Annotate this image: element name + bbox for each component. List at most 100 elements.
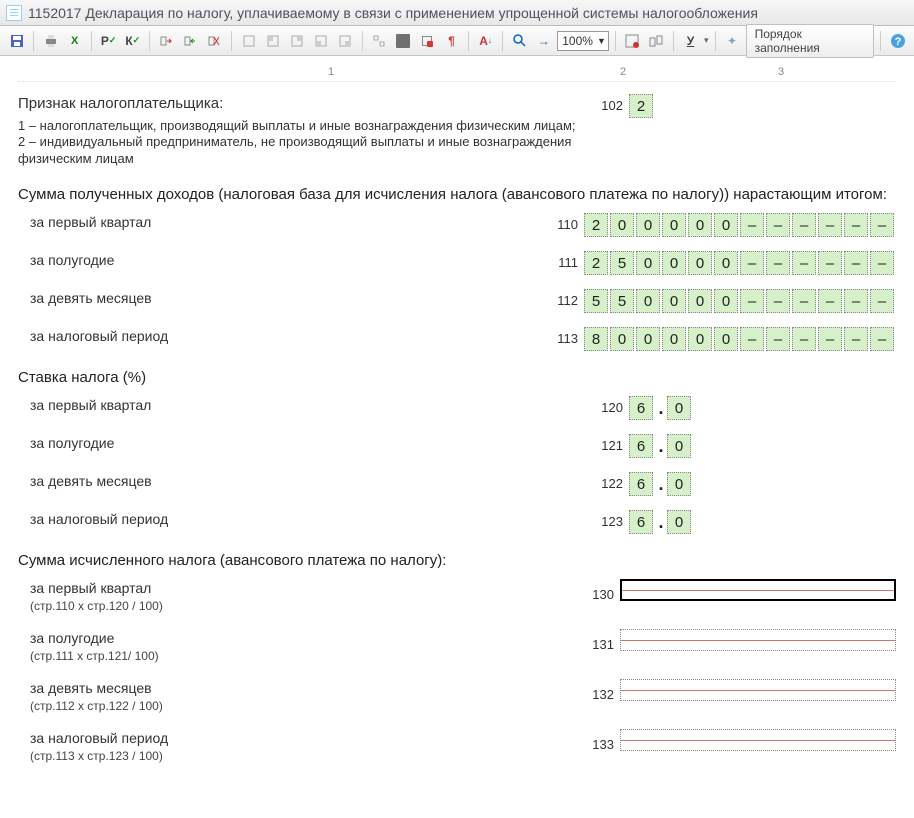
digit-cell[interactable]: 0 [714,327,738,351]
digit-cell[interactable]: – [792,213,816,237]
digit-cell[interactable]: 0 [636,327,660,351]
digit-cell[interactable]: – [818,251,842,275]
digit-cell[interactable]: 0 [662,327,686,351]
decimal-dot: . [655,398,667,419]
income-cells[interactable]: 550000–––––– [584,289,896,313]
calc-input[interactable] [620,729,896,751]
digit-cell[interactable]: 0 [688,213,712,237]
digit-cell[interactable]: 0 [662,289,686,313]
digit-cell[interactable]: – [818,213,842,237]
digit-cell[interactable]: – [792,327,816,351]
font-button[interactable]: A↓ [475,30,496,52]
digit-cell[interactable]: – [818,327,842,351]
digit-cell[interactable]: – [740,213,764,237]
taxpayer-value-cell[interactable]: 2 [629,94,653,118]
digit-cell[interactable]: 6 [629,396,653,420]
digit-cell[interactable]: – [740,289,764,313]
tool-btn-9[interactable] [369,30,390,52]
income-cells[interactable]: 250000–––––– [584,251,896,275]
digit-cell[interactable]: – [870,289,894,313]
digit-cell[interactable]: 5 [584,289,608,313]
calc-input[interactable] [620,579,896,601]
excel-export-button[interactable]: X [64,30,85,52]
digit-cell[interactable]: 0 [636,213,660,237]
income-cells[interactable]: 200000–––––– [584,213,896,237]
digit-cell[interactable]: 6 [629,434,653,458]
digit-cell[interactable]: – [792,251,816,275]
digit-cell[interactable]: – [844,251,868,275]
tool-btn-6[interactable] [287,30,308,52]
rate-cells[interactable]: 6.0 [629,510,896,534]
tool-btn-g2[interactable] [646,30,667,52]
fill-red-button[interactable] [417,30,438,52]
digit-cell[interactable]: 0 [688,251,712,275]
tool-btn-3[interactable] [204,30,225,52]
digit-cell[interactable]: 8 [584,327,608,351]
fill-dark-button[interactable] [393,30,414,52]
digit-cell[interactable]: – [740,327,764,351]
digit-cell[interactable]: – [740,251,764,275]
rate-cells[interactable]: 6.0 [629,472,896,496]
digit-cell[interactable]: – [766,213,790,237]
digit-cell[interactable]: 0 [662,251,686,275]
digit-cell[interactable]: 0 [667,510,691,534]
digit-cell[interactable]: 0 [610,213,634,237]
fill-order-button[interactable]: Порядок заполнения [746,24,874,58]
zoom-select[interactable]: 100%▼ [557,31,609,51]
digit-cell[interactable]: 2 [584,251,608,275]
rate-cells[interactable]: 6.0 [629,396,896,420]
magic-button[interactable]: ✦ [721,30,742,52]
digit-cell[interactable]: – [766,289,790,313]
digit-cell[interactable]: 0 [714,289,738,313]
p-check-button[interactable]: Р✓ [98,30,119,52]
paragraph-button[interactable]: ¶ [441,30,462,52]
digit-cell[interactable]: 0 [636,289,660,313]
digit-cell[interactable]: 6 [629,472,653,496]
digit-cell[interactable]: 0 [688,327,712,351]
calc-input[interactable] [620,629,896,651]
find-button[interactable] [509,30,530,52]
tool-btn-8[interactable] [335,30,356,52]
help-button[interactable]: ? [887,30,908,52]
digit-cell[interactable]: 0 [667,472,691,496]
save-button[interactable] [6,30,27,52]
tool-btn-4[interactable] [238,30,259,52]
digit-cell[interactable]: 0 [667,434,691,458]
income-cells[interactable]: 800000–––––– [584,327,896,351]
digit-cell[interactable]: – [870,251,894,275]
tool-btn-5[interactable] [263,30,284,52]
tool-btn-1[interactable] [156,30,177,52]
print-button[interactable] [40,30,61,52]
digit-cell[interactable]: – [766,327,790,351]
digit-cell[interactable]: – [870,213,894,237]
digit-cell[interactable]: – [766,251,790,275]
digit-cell[interactable]: – [818,289,842,313]
digit-cell[interactable]: – [792,289,816,313]
tool-btn-g1[interactable] [622,30,643,52]
k-check-button[interactable]: К✓ [122,30,143,52]
digit-cell[interactable]: 2 [584,213,608,237]
calc-label: за полугодие [30,629,574,647]
rate-code: 120 [593,396,629,415]
tool-btn-7[interactable] [311,30,332,52]
digit-cell[interactable]: – [844,289,868,313]
find-next-button[interactable]: → [533,30,554,52]
digit-cell[interactable]: 0 [610,327,634,351]
digit-cell[interactable]: 0 [714,213,738,237]
tool-btn-2[interactable] [180,30,201,52]
digit-cell[interactable]: 0 [688,289,712,313]
calc-formula: (стр.110 х стр.120 / 100) [30,599,574,615]
digit-cell[interactable]: 0 [662,213,686,237]
rate-cells[interactable]: 6.0 [629,434,896,458]
digit-cell[interactable]: – [870,327,894,351]
underline-button[interactable]: У [680,30,701,52]
calc-input[interactable] [620,679,896,701]
digit-cell[interactable]: 0 [714,251,738,275]
digit-cell[interactable]: – [844,327,868,351]
digit-cell[interactable]: 0 [667,396,691,420]
digit-cell[interactable]: 6 [629,510,653,534]
digit-cell[interactable]: 5 [610,289,634,313]
digit-cell[interactable]: 0 [636,251,660,275]
digit-cell[interactable]: 5 [610,251,634,275]
digit-cell[interactable]: – [844,213,868,237]
